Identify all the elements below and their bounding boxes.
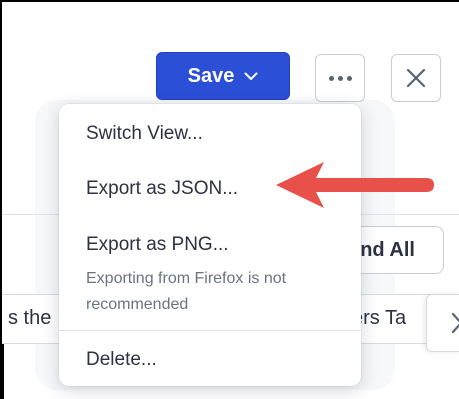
save-button[interactable]: Save (156, 52, 290, 100)
expand-all-label: nd All (360, 238, 415, 261)
export-png-note: Exporting from Firefox is not recommende… (86, 270, 287, 313)
save-dropdown-menu: Switch View... Export as JSON... Export … (59, 104, 361, 386)
menu-item-switch-view[interactable]: Switch View... (59, 112, 361, 156)
annotation-arrow-icon (276, 162, 434, 208)
menu-item-label: Export as PNG... (86, 234, 229, 255)
menu-divider (59, 330, 361, 331)
menu-item-export-png[interactable]: Export as PNG... (59, 222, 361, 268)
close-button[interactable] (391, 54, 441, 102)
menu-item-label: Switch View... (86, 123, 203, 144)
close-icon (406, 68, 426, 88)
tab-partial-left[interactable]: s the (8, 307, 51, 330)
chevron-right-icon (451, 312, 459, 334)
tab-scroll-right-button[interactable] (426, 294, 459, 352)
menu-item-delete[interactable]: Delete... (59, 338, 361, 382)
save-label: Save (187, 64, 235, 87)
more-horizontal-icon (328, 75, 352, 81)
left-edge (2, 344, 14, 399)
chevron-down-icon (244, 72, 258, 80)
more-options-button[interactable] (315, 54, 365, 102)
menu-item-label: Export as JSON... (86, 178, 239, 199)
menu-item-label: Delete... (86, 349, 157, 370)
